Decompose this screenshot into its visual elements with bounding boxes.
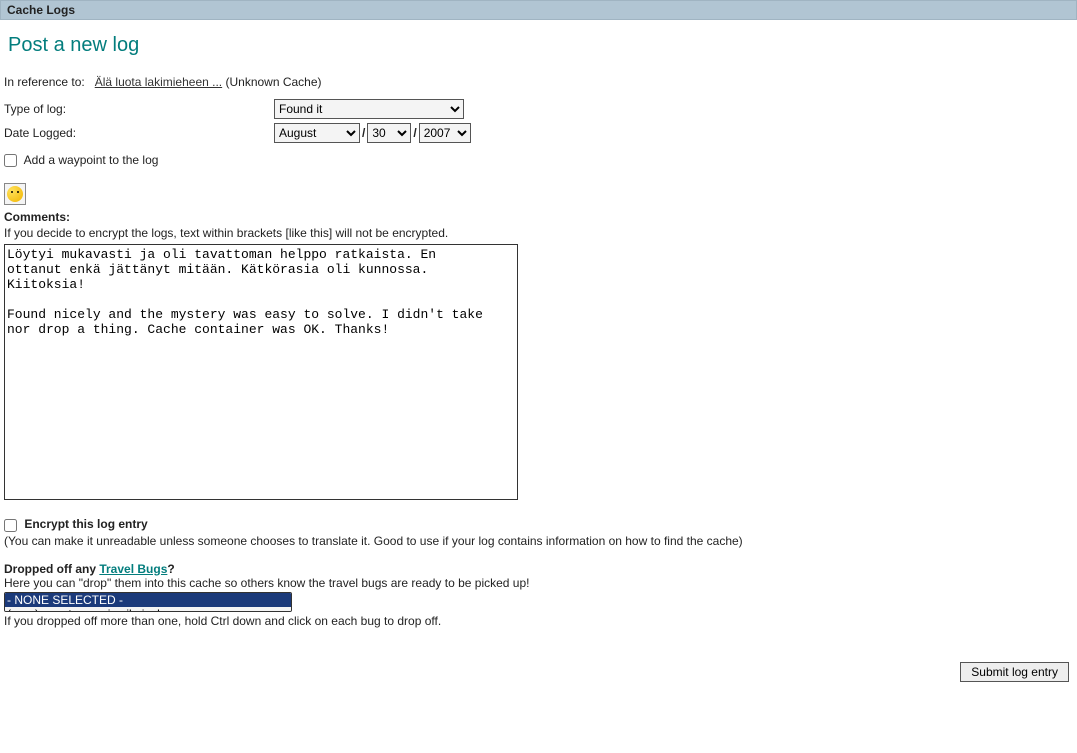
travelbugs-line: Dropped off any Travel Bugs? — [4, 562, 1073, 576]
encrypt-label: Encrypt this log entry — [24, 517, 147, 531]
travelbugs-note: If you dropped off more than one, hold C… — [4, 614, 1073, 628]
waypoint-line: Add a waypoint to the log — [4, 153, 1073, 167]
submit-button[interactable]: Submit log entry — [960, 662, 1069, 682]
waypoint-label: Add a waypoint to the log — [24, 153, 159, 167]
type-label: Type of log: — [4, 102, 274, 116]
encrypt-line: Encrypt this log entry — [4, 517, 1073, 531]
travelbugs-label-prefix: Dropped off any — [4, 562, 99, 576]
encrypt-checkbox[interactable] — [4, 519, 17, 532]
comments-hint: If you decide to encrypt the logs, text … — [4, 226, 1073, 240]
date-year-select[interactable]: 2007 — [419, 123, 471, 143]
date-day-select[interactable]: 30 — [367, 123, 411, 143]
encrypt-note: (You can make it unreadable unless someo… — [4, 534, 1073, 548]
reference-suffix: (Unknown Cache) — [225, 75, 321, 89]
travelbugs-link[interactable]: Travel Bugs — [99, 562, 167, 576]
travelbugs-hint: Here you can "drop" them into this cache… — [4, 576, 1073, 590]
travelbugs-label-suffix: ? — [167, 562, 174, 576]
travelbugs-option[interactable]: (——) event geocoin sikajack — [5, 607, 291, 612]
type-row: Type of log: Found it — [4, 99, 1073, 119]
travelbugs-select[interactable]: - NONE SELECTED - (——) event geocoin sik… — [4, 592, 292, 612]
reference-line: In reference to: Älä luota lakimieheen .… — [4, 75, 1073, 89]
smiley-icon — [7, 186, 23, 202]
date-slash-2: / — [413, 126, 416, 140]
date-month-select[interactable]: August — [274, 123, 360, 143]
date-label: Date Logged: — [4, 126, 274, 140]
date-row: Date Logged: August / 30 / 2007 — [4, 123, 1073, 143]
page-title: Post a new log — [8, 34, 1073, 57]
comments-label: Comments: — [4, 210, 1073, 224]
comments-textarea[interactable] — [4, 244, 518, 500]
waypoint-checkbox[interactable] — [4, 154, 17, 167]
header-title: Cache Logs — [7, 3, 75, 17]
reference-link[interactable]: Älä luota lakimieheen ... — [95, 75, 222, 89]
type-of-log-select[interactable]: Found it — [274, 99, 464, 119]
reference-prefix: In reference to: — [4, 75, 85, 89]
smiley-button[interactable] — [4, 183, 26, 205]
date-slash-1: / — [362, 126, 365, 140]
header-bar: Cache Logs — [0, 0, 1077, 20]
travelbugs-option[interactable]: - NONE SELECTED - — [5, 593, 291, 607]
